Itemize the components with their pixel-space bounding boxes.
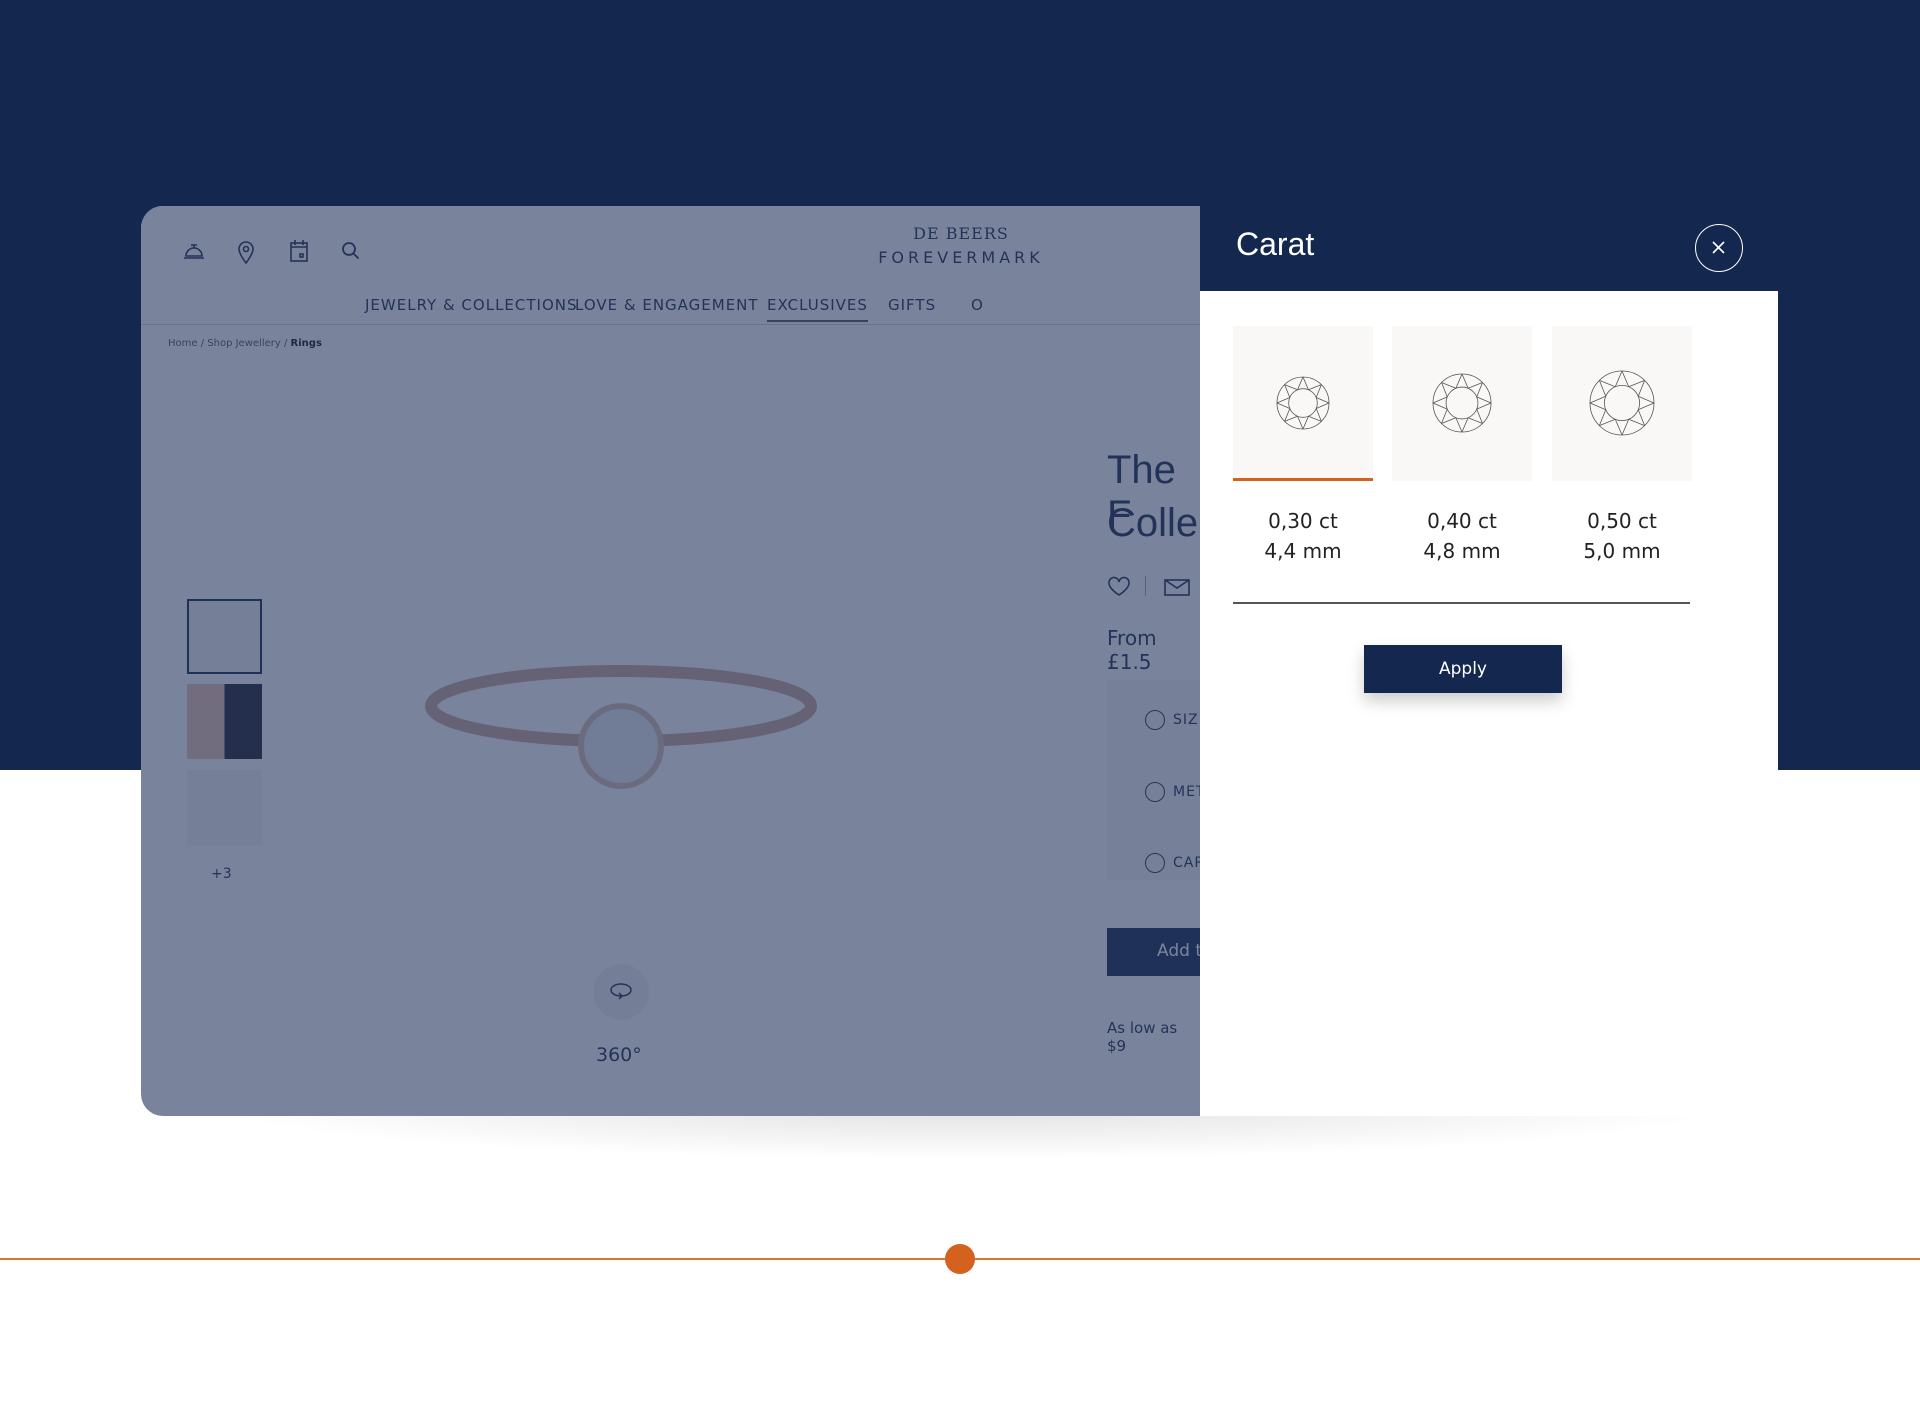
metal-radio[interactable] <box>1145 782 1165 802</box>
finance-text: As low as $9 <box>1107 1019 1178 1055</box>
rotate-icon <box>610 983 632 1000</box>
timeline-dot[interactable] <box>945 1244 975 1274</box>
close-icon <box>1712 241 1725 254</box>
envelope-heart-icon[interactable] <box>1163 572 1199 598</box>
icon-divider <box>1145 576 1146 596</box>
breadcrumb-sep: / <box>283 338 288 349</box>
carat-option-2[interactable] <box>1392 326 1532 481</box>
nav-gifts[interactable]: GIFTS <box>888 296 936 314</box>
carat-option-label: 0,50 ct 5,0 mm <box>1542 506 1702 566</box>
option-size[interactable]: SIZE <box>1173 712 1201 728</box>
breadcrumb-home[interactable]: Home <box>168 338 198 349</box>
breadcrumb-shop[interactable]: Shop Jewellery <box>207 338 281 349</box>
breadcrumb-current: Rings <box>290 338 322 349</box>
ring-image <box>425 665 817 789</box>
product-title-line2: Colle <box>1107 501 1199 545</box>
logo-de-beers[interactable]: DE BEERS <box>911 224 1011 243</box>
location-pin-icon[interactable] <box>231 236 261 266</box>
carat-option-1[interactable] <box>1233 326 1373 481</box>
product-page: DE BEERS FOREVERMARK JEWELRY & COLLECTIO… <box>141 206 1201 1116</box>
carat-option-label: 0,40 ct 4,8 mm <box>1382 506 1542 566</box>
nav-exclusives[interactable]: EXCLUSIVES <box>767 296 868 322</box>
carat-value: 0,40 ct <box>1427 509 1497 533</box>
rotate-label: 360° <box>596 1044 642 1066</box>
diamond-icon <box>1589 370 1655 436</box>
carat-radio[interactable] <box>1145 853 1165 873</box>
thumbnail-1[interactable] <box>187 599 262 674</box>
search-icon[interactable] <box>336 236 366 266</box>
add-to-bag-button[interactable]: Add t <box>1107 928 1201 976</box>
breadcrumb-sep: / <box>200 338 205 349</box>
carat-value: 0,30 ct <box>1268 509 1338 533</box>
apply-button[interactable]: Apply <box>1364 645 1562 693</box>
size-value: 5,0 mm <box>1583 539 1661 563</box>
diamond-icon <box>1432 373 1492 433</box>
carat-option-3[interactable] <box>1552 326 1692 481</box>
nav-love-engagement[interactable]: LOVE & ENGAGEMENT <box>575 296 759 314</box>
nav-divider <box>141 324 1201 325</box>
logo-forevermark[interactable]: FOREVERMARK <box>871 248 1051 267</box>
product-price: From £1.5 <box>1107 626 1157 674</box>
carat-option-label: 0,30 ct 4,4 mm <box>1223 506 1383 566</box>
size-value: 4,4 mm <box>1264 539 1342 563</box>
calendar-icon[interactable] <box>284 236 314 266</box>
size-value: 4,8 mm <box>1423 539 1501 563</box>
option-carat[interactable]: CARAT <box>1173 855 1201 871</box>
options-box: SIZE METAL CARAT <box>1107 680 1201 880</box>
heart-icon[interactable] <box>1107 576 1131 598</box>
close-button[interactable] <box>1695 224 1743 272</box>
panel-title: Carat <box>1236 226 1315 262</box>
thumbnail-2[interactable] <box>187 684 262 759</box>
breadcrumb: Home / Shop Jewellery / Rings <box>168 338 322 349</box>
rotate-360-button[interactable] <box>593 964 649 1020</box>
thumbnail-3[interactable] <box>187 770 262 845</box>
more-images[interactable]: +3 <box>211 866 232 882</box>
panel-header: Carat <box>1200 206 1778 291</box>
panel-divider <box>1233 602 1690 604</box>
diamond-icon <box>1276 376 1330 430</box>
nav-more[interactable]: O <box>971 296 984 314</box>
nav-jewelry-collections[interactable]: JEWELRY & COLLECTIONS <box>365 296 578 314</box>
size-radio[interactable] <box>1145 710 1165 730</box>
option-metal[interactable]: METAL <box>1173 784 1201 800</box>
carat-panel: Carat 0,30 ct 4,4 mm 0,40 ct 4,8 mm 0,50 ct 5… <box>1200 206 1778 1116</box>
concierge-bell-icon[interactable] <box>179 236 209 266</box>
carat-value: 0,50 ct <box>1587 509 1657 533</box>
